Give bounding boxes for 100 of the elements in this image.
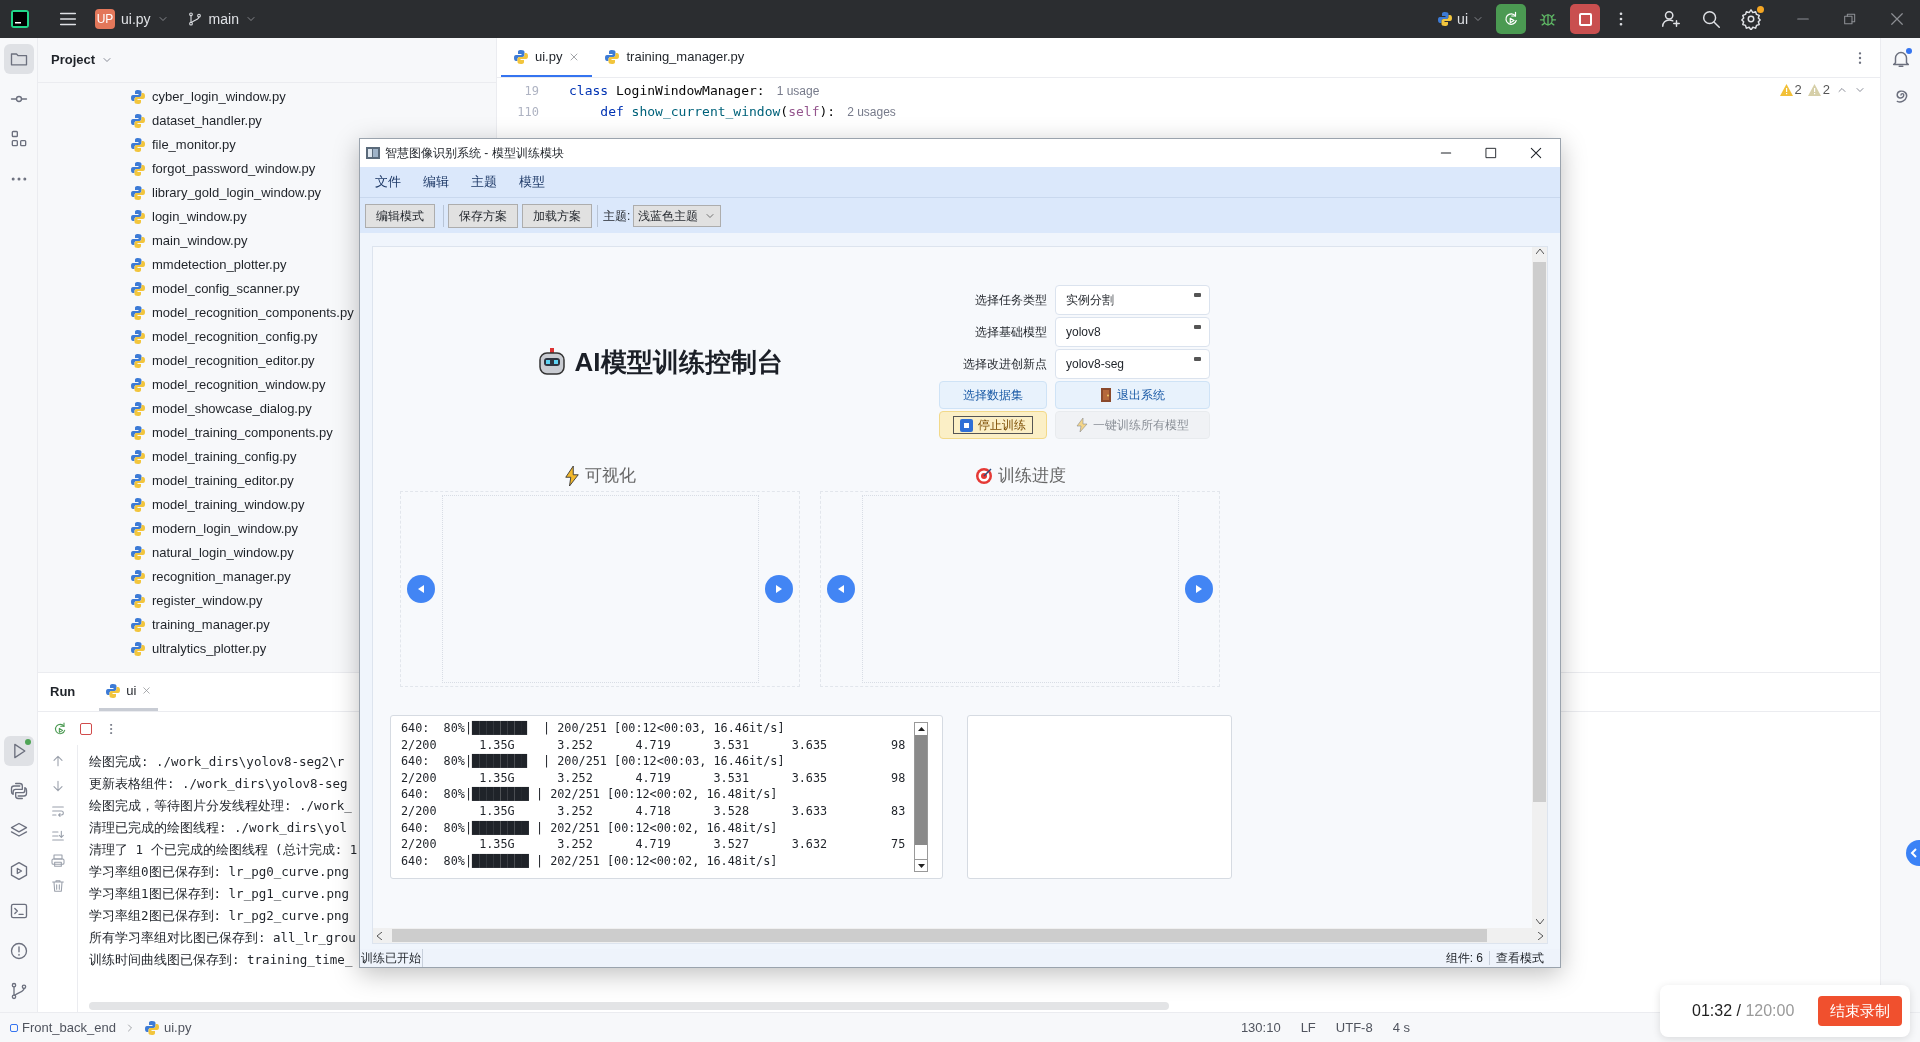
stop-button[interactable] — [1570, 4, 1600, 34]
next-button[interactable] — [1185, 575, 1213, 603]
vertical-scrollbar[interactable] — [914, 722, 928, 872]
python-file-icon — [513, 48, 529, 65]
left-triangle-icon — [418, 585, 424, 593]
file-tree-item[interactable]: model_showcase_dialog.py — [38, 397, 496, 421]
action-button[interactable]: 停止训练 — [939, 411, 1047, 439]
file-tree-item[interactable]: model_recognition_window.py — [38, 373, 496, 397]
target-icon — [974, 467, 993, 485]
file-tree-item[interactable]: model_recognition_config.py — [38, 325, 496, 349]
status-item[interactable]: 130:10 — [1240, 1017, 1281, 1038]
dropdown[interactable]: yolov8 — [1055, 317, 1210, 347]
theme-dropdown[interactable]: 浅蓝色主题 — [633, 204, 722, 227]
problems-icon[interactable] — [8, 941, 29, 961]
field-label: 选择基础模型 — [974, 324, 1047, 341]
dropdown[interactable]: 实例分割 — [1055, 285, 1210, 315]
file-tree-item[interactable]: recognition_manager.py — [38, 565, 496, 589]
file-tree-item[interactable]: ultralytics_plotter.py — [38, 637, 496, 661]
stop-recording-button[interactable]: 结束录制 — [1818, 996, 1902, 1026]
file-tree-item[interactable]: model_recognition_components.py — [38, 301, 496, 325]
panel-title[interactable]: Run — [50, 682, 76, 702]
file-tree-item[interactable]: model_recognition_editor.py — [38, 349, 496, 373]
python-file-icon — [130, 185, 146, 201]
file-tree-item[interactable]: natural_login_window.py — [38, 541, 496, 565]
status-item[interactable]: UTF-8 — [1335, 1017, 1373, 1038]
branch-selector[interactable]: main — [186, 8, 257, 30]
file-tree-item[interactable]: cyber_login_window.py — [38, 85, 496, 109]
toolbar-button[interactable]: 加载方案 — [522, 203, 592, 228]
lightning-icon — [1076, 418, 1088, 432]
python-file-icon — [130, 281, 146, 297]
print-icon[interactable] — [49, 853, 66, 869]
app-logo-icon[interactable] — [10, 9, 30, 29]
horizontal-scrollbar[interactable] — [373, 928, 1547, 943]
editor-tab[interactable]: training_manager.py — [592, 38, 757, 77]
menu-item[interactable]: 编辑 — [412, 172, 460, 192]
python-file-icon — [604, 48, 621, 65]
toolbar-button[interactable]: 编辑模式 — [365, 203, 435, 228]
robot-icon — [536, 347, 567, 377]
status-item[interactable]: 4 s — [1392, 1017, 1410, 1038]
breadcrumb[interactable]: ui.py — [143, 1017, 192, 1038]
file-tree-item[interactable]: model_training_editor.py — [38, 469, 496, 493]
file-tree-item[interactable]: modern_login_window.py — [38, 517, 496, 541]
file-tree-item[interactable]: register_window.py — [38, 589, 496, 613]
python-file-icon — [143, 1019, 160, 1036]
panel-title[interactable]: Project — [51, 50, 96, 70]
scroll-end-icon[interactable] — [49, 828, 66, 844]
rerun-button[interactable] — [1496, 4, 1526, 34]
rerun-icon[interactable] — [52, 720, 68, 737]
menu-item[interactable]: 主题 — [460, 172, 508, 192]
previous-button[interactable] — [827, 575, 855, 603]
breadcrumb[interactable]: Front_back_end — [10, 1017, 116, 1038]
services-icon[interactable] — [8, 861, 29, 881]
horizontal-scrollbar[interactable] — [89, 1002, 1169, 1010]
down-arrow-icon[interactable] — [917, 863, 925, 868]
toolbar-button[interactable]: 保存方案 — [448, 203, 518, 228]
up-arrow-icon[interactable] — [917, 727, 925, 731]
file-tree-item[interactable]: model_config_scanner.py — [38, 277, 496, 301]
menu-item[interactable]: 模型 — [508, 172, 556, 192]
maximize-icon[interactable] — [1484, 146, 1498, 160]
code-line: def show_current_window(self): — [599, 102, 836, 121]
file-tree-item[interactable]: mmdetection_plotter.py — [38, 253, 496, 277]
next-button[interactable] — [765, 575, 793, 603]
dropdown[interactable]: yolov8-seg — [1055, 349, 1210, 379]
settings-icon[interactable] — [1740, 8, 1762, 30]
run-config-selector[interactable]: ui — [1437, 8, 1484, 30]
close-icon[interactable] — [1528, 145, 1544, 161]
window-icon — [366, 147, 380, 159]
python-file-icon — [1437, 11, 1454, 27]
inspection-counter[interactable]: 2 — [1779, 80, 1802, 100]
menu-item[interactable]: 文件 — [364, 172, 412, 192]
rerun-icon — [1502, 10, 1520, 28]
search-icon[interactable] — [1700, 8, 1722, 30]
usage-hint[interactable]: 2 usages — [847, 102, 896, 121]
python-file-icon — [130, 401, 146, 417]
file-tree-item[interactable]: model_training_components.py — [38, 421, 496, 445]
action-button[interactable]: 退出系统 — [1055, 381, 1210, 409]
file-tree-item[interactable]: main_window.py — [38, 229, 496, 253]
python-console-icon[interactable] — [8, 781, 29, 801]
file-tree-item[interactable]: training_manager.py — [38, 613, 496, 637]
line-number: 110 — [516, 103, 539, 121]
stop-icon[interactable] — [80, 722, 92, 735]
python-file-icon — [130, 257, 146, 273]
action-button[interactable]: 选择数据集 — [939, 381, 1047, 409]
run-tab[interactable]: ui — [99, 673, 159, 711]
file-tree-item[interactable]: model_training_config.py — [38, 445, 496, 469]
file-tree-item[interactable]: dataset_handler.py — [38, 109, 496, 133]
project-selector[interactable]: UP ui.py — [95, 8, 169, 30]
previous-button[interactable] — [407, 575, 435, 603]
inspection-counter[interactable]: 2 — [1807, 80, 1830, 100]
terminal-icon[interactable] — [8, 901, 29, 921]
editor-tab[interactable]: ui.py — [501, 38, 593, 77]
chevron-left-icon — [1910, 848, 1918, 858]
python-file-icon — [130, 209, 146, 225]
python-file-icon — [130, 425, 146, 441]
usage-hint[interactable]: 1 usage — [776, 81, 820, 100]
add-user-icon[interactable] — [1660, 8, 1682, 30]
restore-icon[interactable] — [1842, 11, 1858, 27]
file-tree-item[interactable]: model_training_window.py — [38, 493, 496, 517]
trash-icon[interactable] — [49, 878, 66, 894]
status-item[interactable]: LF — [1300, 1017, 1316, 1038]
